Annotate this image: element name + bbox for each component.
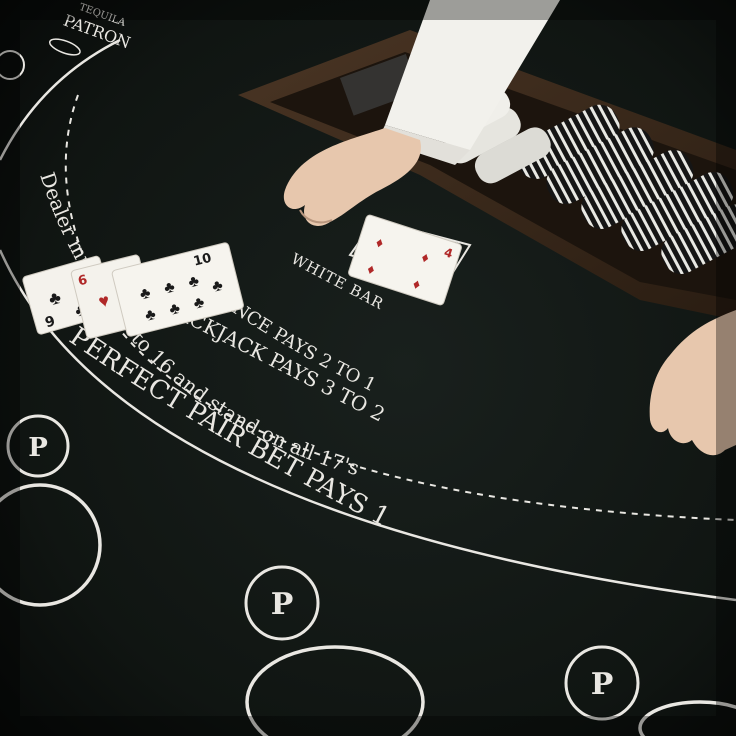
spot-logo: P [28,433,48,463]
spot-logo: P [271,587,294,622]
table-svg: Dealer must draw to 16 and stand on all … [0,0,736,736]
blackjack-table-scene: Dealer must draw to 16 and stand on all … [0,0,736,736]
spot-logo: P [591,667,614,702]
